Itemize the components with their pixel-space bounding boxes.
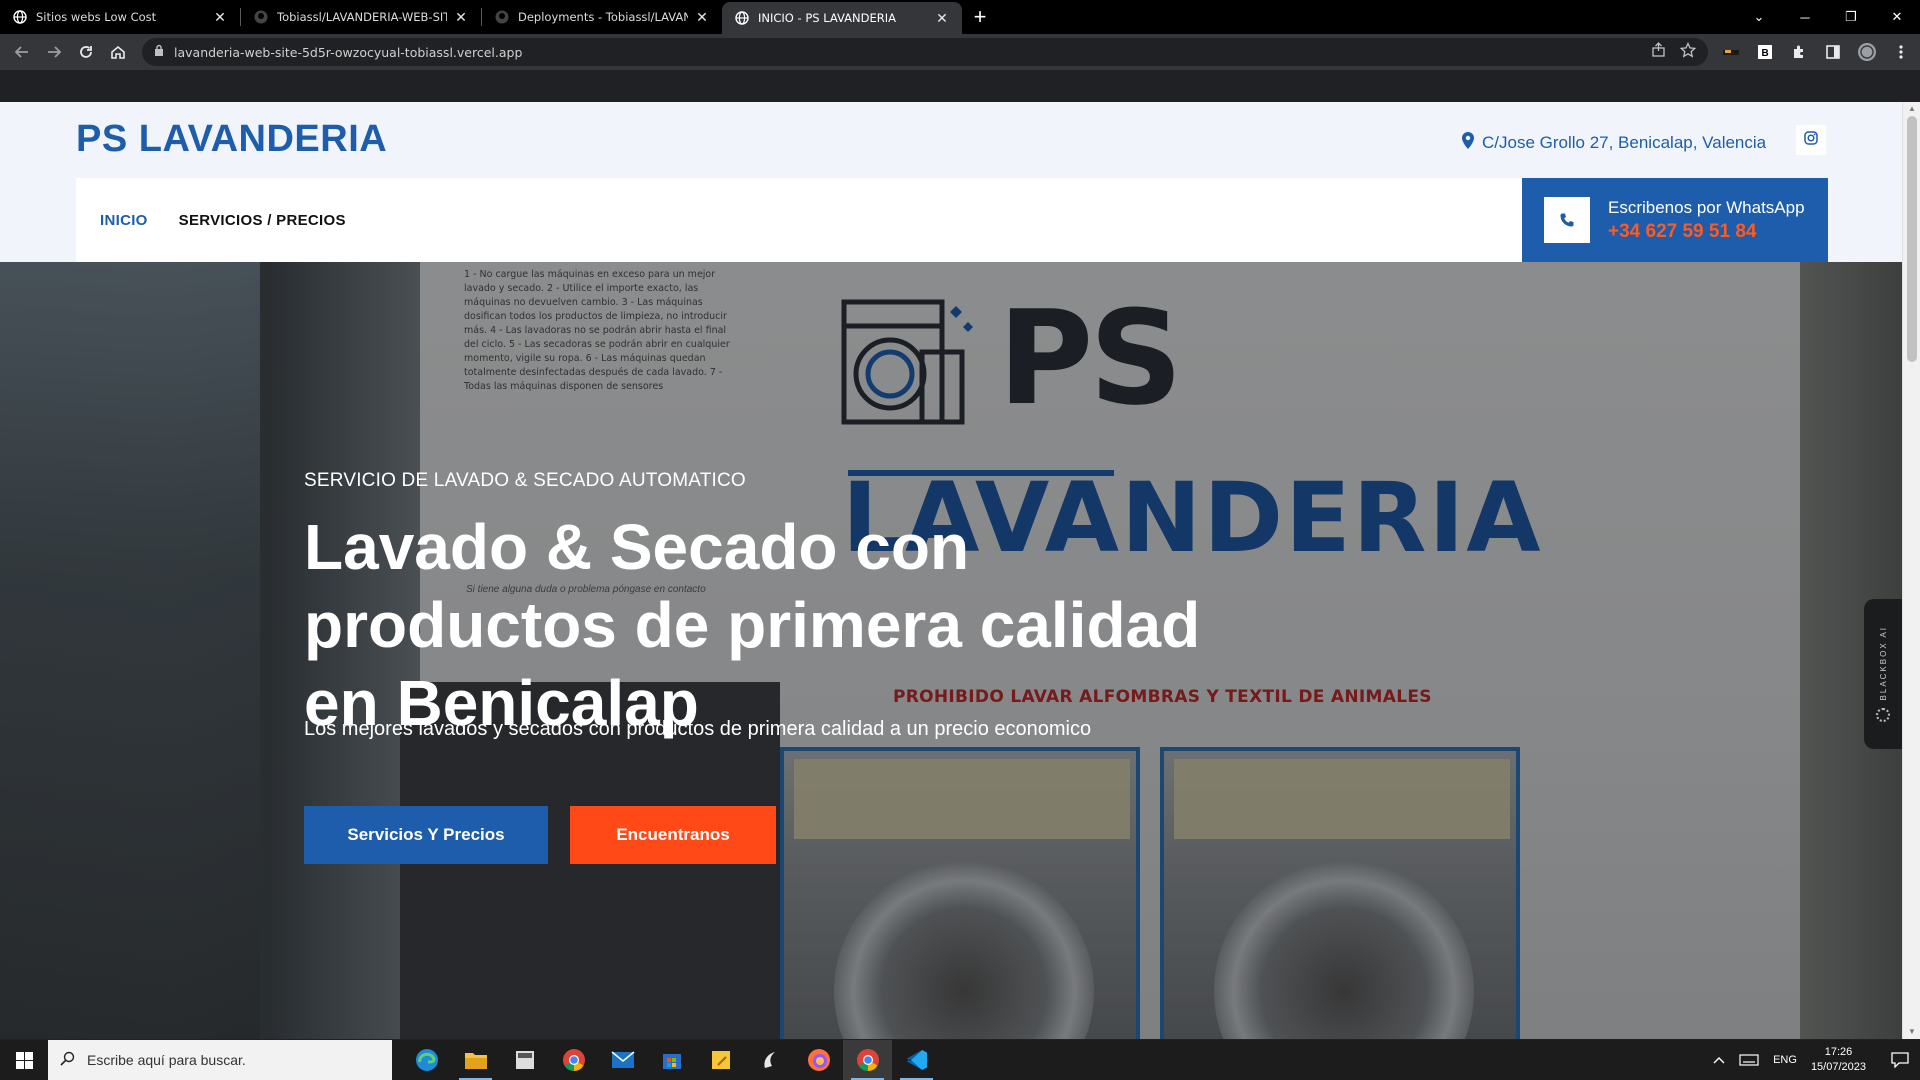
blackbox-ai-widget[interactable]: BLACKBOX AI bbox=[1864, 599, 1902, 749]
globe-icon bbox=[12, 9, 28, 25]
vscode-icon[interactable] bbox=[892, 1040, 941, 1080]
lock-icon[interactable] bbox=[154, 43, 164, 61]
home-icon[interactable] bbox=[102, 36, 134, 68]
phone-icon bbox=[1544, 197, 1590, 243]
window-controls: ⌄ ─ ❐ ✕ bbox=[1736, 0, 1920, 34]
reload-icon[interactable] bbox=[70, 36, 102, 68]
close-icon[interactable]: ✕ bbox=[212, 9, 228, 25]
tab-title: Sitios webs Low Cost bbox=[36, 10, 157, 24]
system-tray: ENG 17:26 15/07/2023 bbox=[1713, 1040, 1920, 1080]
star-icon[interactable] bbox=[1679, 41, 1697, 63]
tab-title: Tobiassl/LAVANDERIA-WEB-SITE bbox=[277, 10, 447, 24]
globe-icon bbox=[734, 10, 750, 26]
whatsapp-title: Escribenos por WhatsApp bbox=[1608, 197, 1805, 217]
website-viewport: PS LAVANDERIA C/Jose Grollo 27, Benicala… bbox=[0, 102, 1902, 1039]
firefox-icon[interactable] bbox=[794, 1040, 843, 1080]
edge-icon[interactable] bbox=[402, 1040, 451, 1080]
page-scrollbar[interactable]: ▲ ▼ bbox=[1902, 102, 1920, 1039]
blackbox-label: BLACKBOX AI bbox=[1878, 625, 1888, 701]
instagram-link[interactable] bbox=[1796, 125, 1826, 155]
whatsapp-text: Escribenos por WhatsApp +34 627 59 51 84 bbox=[1608, 198, 1805, 243]
github-icon bbox=[253, 9, 269, 25]
github-icon bbox=[494, 9, 510, 25]
file-explorer-icon[interactable] bbox=[451, 1040, 500, 1080]
tab-title: Deployments - Tobiassl/LAVANDE bbox=[518, 10, 688, 24]
whatsapp-number[interactable]: +34 627 59 51 84 bbox=[1608, 221, 1805, 243]
hero-headline: Lavado & Secado con productos de primera… bbox=[304, 511, 1201, 739]
calculator-app-icon[interactable] bbox=[500, 1040, 549, 1080]
whatsapp-contact-box[interactable]: Escribenos por WhatsApp +34 627 59 51 84 bbox=[1522, 178, 1828, 262]
scrollbar-thumb[interactable] bbox=[1907, 116, 1917, 362]
scroll-up-arrow-icon[interactable]: ▲ bbox=[1907, 104, 1917, 114]
servicios-precios-button[interactable]: Servicios Y Precios bbox=[304, 806, 548, 864]
extension-b-icon[interactable]: B bbox=[1754, 41, 1776, 63]
main-navigation: INICIO SERVICIOS / PRECIOS bbox=[76, 178, 1522, 262]
address-text: C/Jose Grollo 27, Benicalap, Valencia bbox=[1482, 133, 1767, 152]
chrome-icon[interactable] bbox=[549, 1040, 598, 1080]
clock-time: 17:26 bbox=[1824, 1046, 1853, 1058]
map-pin-icon bbox=[1462, 132, 1474, 154]
close-icon[interactable]: ✕ bbox=[694, 9, 710, 25]
address-info: C/Jose Grollo 27, Benicalap, Valencia bbox=[1462, 132, 1766, 154]
instagram-icon bbox=[1804, 130, 1818, 150]
close-icon[interactable]: ✕ bbox=[453, 9, 469, 25]
browser-tab-active[interactable]: INICIO - PS LAVANDERIA ✕ bbox=[722, 2, 962, 34]
taskbar-search[interactable]: Escribe aquí para buscar. bbox=[48, 1040, 392, 1080]
clock[interactable]: 17:26 15/07/2023 bbox=[1811, 1045, 1866, 1075]
browser-tab-2[interactable]: Tobiassl/LAVANDERIA-WEB-SITE ✕ bbox=[241, 0, 481, 34]
browser-tab-3[interactable]: Deployments - Tobiassl/LAVANDE ✕ bbox=[482, 0, 722, 34]
nav-servicios-precios[interactable]: SERVICIOS / PRECIOS bbox=[179, 212, 346, 229]
hero-section: 1 - No cargue las máquinas en exceso par… bbox=[0, 262, 1902, 1039]
windows-taskbar: Escribe aquí para buscar. ENG 17:26 15/0… bbox=[0, 1040, 1920, 1080]
back-arrow-icon[interactable] bbox=[6, 36, 38, 68]
scroll-down-arrow-icon[interactable]: ▼ bbox=[1907, 1027, 1917, 1037]
site-logo[interactable]: PS LAVANDERIA bbox=[76, 118, 387, 161]
profile-avatar-icon[interactable] bbox=[1856, 41, 1878, 63]
close-icon[interactable]: ✕ bbox=[934, 10, 950, 26]
chevron-down-icon[interactable]: ⌄ bbox=[1736, 0, 1782, 34]
restore-icon[interactable]: ❐ bbox=[1828, 0, 1874, 34]
browser-tab-bar: Sitios webs Low Cost ✕ Tobiassl/LAVANDER… bbox=[0, 0, 1920, 34]
keyboard-icon[interactable] bbox=[1739, 1054, 1759, 1066]
search-placeholder: Escribe aquí para buscar. bbox=[87, 1052, 246, 1068]
clock-date: 15/07/2023 bbox=[1810, 1061, 1866, 1073]
side-panel-icon[interactable] bbox=[1822, 41, 1844, 63]
store-icon[interactable] bbox=[647, 1040, 696, 1080]
new-tab-button[interactable]: + bbox=[962, 0, 998, 34]
encuentranos-button[interactable]: Encuentranos bbox=[570, 806, 776, 864]
close-window-icon[interactable]: ✕ bbox=[1874, 0, 1920, 34]
tab-title: INICIO - PS LAVANDERIA bbox=[758, 11, 896, 25]
mail-icon[interactable] bbox=[598, 1040, 647, 1080]
hero-kicker: SERVICIO DE LAVADO & SECADO AUTOMATICO bbox=[304, 470, 746, 491]
notification-icon[interactable] bbox=[1880, 1040, 1920, 1080]
blackbox-icon bbox=[1876, 708, 1890, 723]
puzzle-icon[interactable] bbox=[1788, 41, 1810, 63]
browser-bookmarks-gap bbox=[0, 70, 1920, 102]
extensions-area: B bbox=[1720, 34, 1912, 70]
language-indicator[interactable]: ENG bbox=[1773, 1054, 1797, 1066]
url-text: lavanderia-web-site-5d5r-owzocyual-tobia… bbox=[174, 44, 523, 60]
nav-inicio[interactable]: INICIO bbox=[100, 212, 148, 229]
snipping-tool-icon[interactable] bbox=[745, 1040, 794, 1080]
svg-text:B: B bbox=[1762, 48, 1769, 59]
sticky-notes-icon[interactable] bbox=[696, 1040, 745, 1080]
search-icon bbox=[60, 1051, 75, 1069]
browser-tab-1[interactable]: Sitios webs Low Cost ✕ bbox=[0, 0, 240, 34]
share-icon[interactable] bbox=[1651, 42, 1666, 62]
hero-subtext: Los mejores lavados y secados con produc… bbox=[304, 718, 1092, 740]
chevron-up-icon[interactable] bbox=[1713, 1056, 1725, 1064]
chrome-active-icon[interactable] bbox=[843, 1040, 892, 1080]
address-bar[interactable]: lavanderia-web-site-5d5r-owzocyual-tobia… bbox=[142, 38, 1708, 66]
forward-arrow-icon[interactable] bbox=[38, 36, 70, 68]
menu-dots-icon[interactable] bbox=[1890, 41, 1912, 63]
omnibox-actions bbox=[1651, 38, 1697, 66]
minimize-icon[interactable]: ─ bbox=[1782, 0, 1828, 34]
taskbar-apps bbox=[402, 1040, 941, 1080]
windows-start-icon[interactable] bbox=[0, 1040, 48, 1080]
extension-icon[interactable] bbox=[1720, 41, 1742, 63]
